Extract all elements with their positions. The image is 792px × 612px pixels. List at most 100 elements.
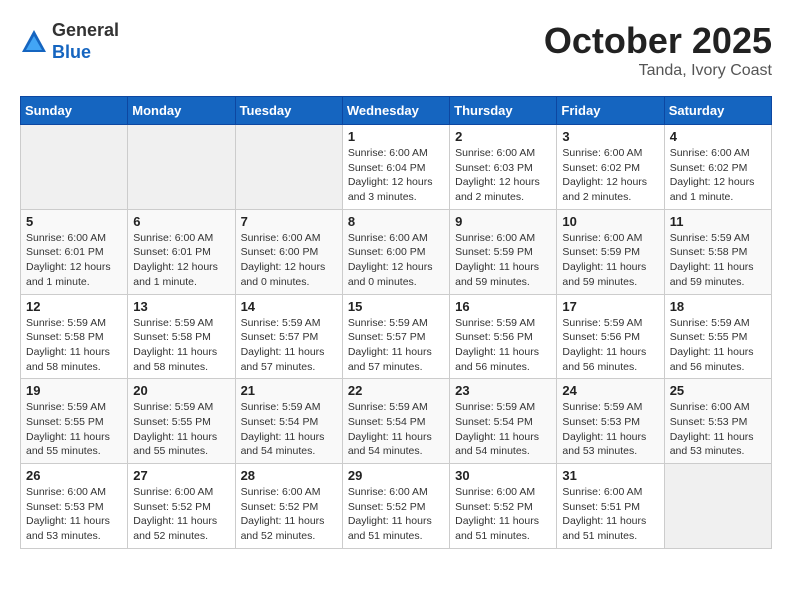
day-cell-28: 28 Sunrise: 6:00 AMSunset: 5:52 PMDayligh… [235, 464, 342, 549]
logo: General Blue [20, 20, 119, 63]
day-cell-20: 20 Sunrise: 5:59 AMSunset: 5:55 PMDayligh… [128, 379, 235, 464]
day-cell-15: 15 Sunrise: 5:59 AMSunset: 5:57 PMDayligh… [342, 294, 449, 379]
day-info: Sunrise: 5:59 AMSunset: 5:54 PMDaylight:… [241, 400, 337, 459]
calendar-header-row: SundayMondayTuesdayWednesdayThursdayFrid… [21, 97, 772, 125]
location: Tanda, Ivory Coast [544, 62, 772, 80]
day-cell-26: 26 Sunrise: 6:00 AMSunset: 5:53 PMDayligh… [21, 464, 128, 549]
day-number: 19 [26, 383, 122, 398]
day-cell-empty [664, 464, 771, 549]
day-cell-22: 22 Sunrise: 5:59 AMSunset: 5:54 PMDayligh… [342, 379, 449, 464]
day-info: Sunrise: 5:59 AMSunset: 5:54 PMDaylight:… [348, 400, 444, 459]
day-info: Sunrise: 5:59 AMSunset: 5:55 PMDaylight:… [26, 400, 122, 459]
day-number: 16 [455, 299, 551, 314]
header-friday: Friday [557, 97, 664, 125]
day-info: Sunrise: 6:00 AMSunset: 6:04 PMDaylight:… [348, 146, 444, 205]
day-info: Sunrise: 6:00 AMSunset: 5:59 PMDaylight:… [562, 231, 658, 290]
day-number: 26 [26, 468, 122, 483]
day-info: Sunrise: 6:00 AMSunset: 5:52 PMDaylight:… [241, 485, 337, 544]
day-cell-17: 17Sunrise: 5:59 AMSunset: 5:56 PMDayligh… [557, 294, 664, 379]
day-info: Sunrise: 6:00 AMSunset: 5:52 PMDaylight:… [455, 485, 551, 544]
day-number: 15 [348, 299, 444, 314]
day-cell-19: 19 Sunrise: 5:59 AMSunset: 5:55 PMDayligh… [21, 379, 128, 464]
day-cell-23: 23Sunrise: 5:59 AMSunset: 5:54 PMDayligh… [450, 379, 557, 464]
day-number: 12 [26, 299, 122, 314]
day-cell-8: 8 Sunrise: 6:00 AMSunset: 6:00 PMDaylight… [342, 209, 449, 294]
day-number: 3 [562, 129, 658, 144]
day-info: Sunrise: 6:00 AMSunset: 5:53 PMDaylight:… [26, 485, 122, 544]
day-info: Sunrise: 6:00 AMSunset: 5:53 PMDaylight:… [670, 400, 766, 459]
week-row-3: 12 Sunrise: 5:59 AMSunset: 5:58 PMDayligh… [21, 294, 772, 379]
day-cell-31: 31Sunrise: 6:00 AMSunset: 5:51 PMDayligh… [557, 464, 664, 549]
day-cell-29: 29 Sunrise: 6:00 AMSunset: 5:52 PMDayligh… [342, 464, 449, 549]
day-info: Sunrise: 6:00 AMSunset: 6:03 PMDaylight:… [455, 146, 551, 205]
header-wednesday: Wednesday [342, 97, 449, 125]
day-cell-24: 24 Sunrise: 5:59 AMSunset: 5:53 PMDayligh… [557, 379, 664, 464]
day-number: 24 [562, 383, 658, 398]
logo-blue-text: Blue [52, 42, 91, 62]
day-cell-2: 2Sunrise: 6:00 AMSunset: 6:03 PMDaylight… [450, 125, 557, 210]
day-info: Sunrise: 5:59 AMSunset: 5:56 PMDaylight:… [562, 316, 658, 375]
day-number: 1 [348, 129, 444, 144]
day-info: Sunrise: 5:59 AMSunset: 5:57 PMDaylight:… [241, 316, 337, 375]
header-monday: Monday [128, 97, 235, 125]
header-sunday: Sunday [21, 97, 128, 125]
day-cell-empty [21, 125, 128, 210]
month-title: October 2025 [544, 20, 772, 62]
day-info: Sunrise: 6:00 AMSunset: 6:01 PMDaylight:… [26, 231, 122, 290]
week-row-4: 19 Sunrise: 5:59 AMSunset: 5:55 PMDayligh… [21, 379, 772, 464]
day-info: Sunrise: 5:59 AMSunset: 5:57 PMDaylight:… [348, 316, 444, 375]
day-cell-18: 18Sunrise: 5:59 AMSunset: 5:55 PMDayligh… [664, 294, 771, 379]
day-info: Sunrise: 6:00 AMSunset: 5:59 PMDaylight:… [455, 231, 551, 290]
day-info: Sunrise: 6:00 AMSunset: 6:01 PMDaylight:… [133, 231, 229, 290]
day-cell-11: 11Sunrise: 5:59 AMSunset: 5:58 PMDayligh… [664, 209, 771, 294]
day-cell-25: 25Sunrise: 6:00 AMSunset: 5:53 PMDayligh… [664, 379, 771, 464]
day-number: 29 [348, 468, 444, 483]
day-info: Sunrise: 5:59 AMSunset: 5:54 PMDaylight:… [455, 400, 551, 459]
day-cell-30: 30Sunrise: 6:00 AMSunset: 5:52 PMDayligh… [450, 464, 557, 549]
page-header: General Blue October 2025 Tanda, Ivory C… [20, 20, 772, 80]
day-info: Sunrise: 5:59 AMSunset: 5:55 PMDaylight:… [133, 400, 229, 459]
day-cell-4: 4Sunrise: 6:00 AMSunset: 6:02 PMDaylight… [664, 125, 771, 210]
day-info: Sunrise: 6:00 AMSunset: 6:02 PMDaylight:… [670, 146, 766, 205]
day-number: 22 [348, 383, 444, 398]
header-tuesday: Tuesday [235, 97, 342, 125]
day-number: 28 [241, 468, 337, 483]
day-info: Sunrise: 5:59 AMSunset: 5:53 PMDaylight:… [562, 400, 658, 459]
day-cell-10: 10 Sunrise: 6:00 AMSunset: 5:59 PMDayligh… [557, 209, 664, 294]
header-thursday: Thursday [450, 97, 557, 125]
header-saturday: Saturday [664, 97, 771, 125]
day-cell-3: 3Sunrise: 6:00 AMSunset: 6:02 PMDaylight… [557, 125, 664, 210]
day-number: 14 [241, 299, 337, 314]
week-row-2: 5Sunrise: 6:00 AMSunset: 6:01 PMDaylight… [21, 209, 772, 294]
day-cell-empty [128, 125, 235, 210]
day-info: Sunrise: 6:00 AMSunset: 5:51 PMDaylight:… [562, 485, 658, 544]
logo-icon [20, 28, 48, 56]
day-cell-9: 9 Sunrise: 6:00 AMSunset: 5:59 PMDaylight… [450, 209, 557, 294]
day-info: Sunrise: 5:59 AMSunset: 5:58 PMDaylight:… [670, 231, 766, 290]
day-cell-16: 16 Sunrise: 5:59 AMSunset: 5:56 PMDayligh… [450, 294, 557, 379]
day-info: Sunrise: 6:00 AMSunset: 6:00 PMDaylight:… [348, 231, 444, 290]
day-cell-empty [235, 125, 342, 210]
day-number: 8 [348, 214, 444, 229]
day-number: 20 [133, 383, 229, 398]
day-info: Sunrise: 5:59 AMSunset: 5:58 PMDaylight:… [26, 316, 122, 375]
logo-general-text: General [52, 20, 119, 40]
week-row-5: 26 Sunrise: 6:00 AMSunset: 5:53 PMDayligh… [21, 464, 772, 549]
day-cell-5: 5Sunrise: 6:00 AMSunset: 6:01 PMDaylight… [21, 209, 128, 294]
week-row-1: 1 Sunrise: 6:00 AMSunset: 6:04 PMDaylight… [21, 125, 772, 210]
day-info: Sunrise: 6:00 AMSunset: 5:52 PMDaylight:… [133, 485, 229, 544]
day-number: 18 [670, 299, 766, 314]
day-number: 13 [133, 299, 229, 314]
calendar-table: SundayMondayTuesdayWednesdayThursdayFrid… [20, 96, 772, 549]
day-cell-7: 7Sunrise: 6:00 AMSunset: 6:00 PMDaylight… [235, 209, 342, 294]
day-cell-14: 14 Sunrise: 5:59 AMSunset: 5:57 PMDayligh… [235, 294, 342, 379]
day-number: 7 [241, 214, 337, 229]
day-info: Sunrise: 6:00 AMSunset: 5:52 PMDaylight:… [348, 485, 444, 544]
day-number: 6 [133, 214, 229, 229]
day-number: 9 [455, 214, 551, 229]
day-number: 10 [562, 214, 658, 229]
day-number: 21 [241, 383, 337, 398]
day-cell-27: 27Sunrise: 6:00 AMSunset: 5:52 PMDayligh… [128, 464, 235, 549]
day-info: Sunrise: 5:59 AMSunset: 5:56 PMDaylight:… [455, 316, 551, 375]
day-cell-12: 12 Sunrise: 5:59 AMSunset: 5:58 PMDayligh… [21, 294, 128, 379]
